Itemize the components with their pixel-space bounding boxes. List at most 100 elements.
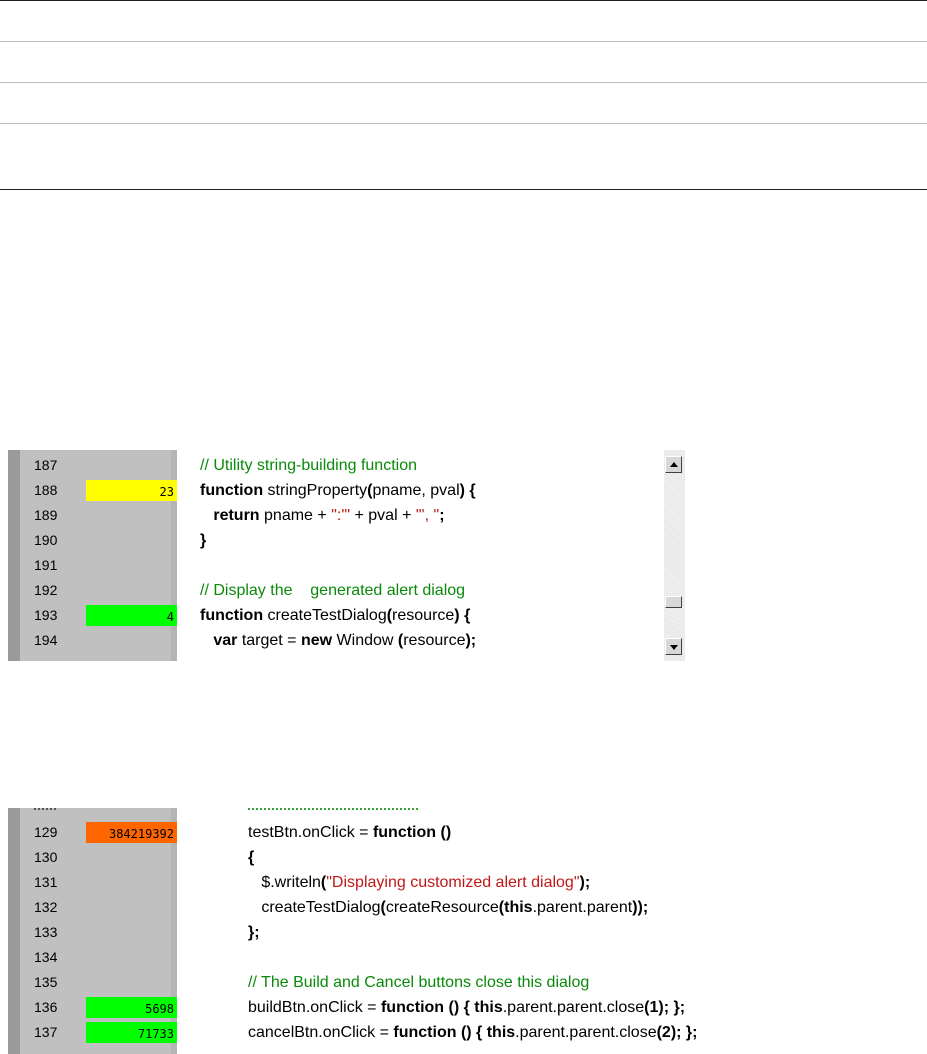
vertical-scrollbar[interactable] [664, 450, 685, 661]
keyword-token: function [200, 607, 264, 624]
keyword-token: var [213, 632, 238, 649]
comment-token: // Utility string-building function [200, 457, 417, 474]
scroll-up-button[interactable] [665, 456, 682, 473]
line-number: 136 [34, 999, 58, 1015]
line-number: 132 [34, 899, 58, 915]
line-number: 188 [34, 482, 58, 498]
code-line: 193 4 function createTestDialog(resource) … [8, 603, 697, 628]
keyword-token: this [504, 899, 533, 916]
code-line: 192 // Display the generated alert dialog [8, 578, 697, 603]
keyword-token: function [200, 482, 264, 499]
code-text[interactable]: { [248, 845, 254, 870]
line-number: 191 [34, 557, 58, 573]
code-text[interactable]: cancelBtn.onClick = function () { this.p… [248, 1020, 697, 1045]
code-line: 187 // Utility string-building function [8, 453, 697, 478]
code-text[interactable]: // The Build and Cancel buttons close th… [248, 970, 589, 995]
line-number: 187 [34, 457, 58, 473]
table-row-divider [0, 123, 927, 124]
line-number: 131 [34, 874, 58, 890]
code-token: target = [237, 632, 301, 649]
clipped-line-number [34, 808, 56, 813]
code-line: 130 { [8, 845, 927, 870]
code-text[interactable]: var target = new Window (resource); [200, 628, 476, 653]
keyword-token: ) { [454, 607, 471, 624]
line-number: 129 [34, 824, 58, 840]
keyword-token: new [300, 632, 333, 649]
keyword-token: ; [439, 507, 445, 524]
keyword-token: return [213, 507, 260, 524]
code-text[interactable]: // Utility string-building function [200, 453, 417, 478]
code-token: cancelBtn.onClick = [248, 1024, 394, 1041]
code-line: 135 // The Build and Cancel buttons close… [8, 970, 927, 995]
code-token: createTestDialog [248, 899, 381, 916]
table-row-divider [0, 82, 927, 83]
code-text[interactable]: createTestDialog(createResource(this.par… [248, 895, 648, 920]
code-text[interactable]: testBtn.onClick = function () [248, 820, 451, 845]
code-token: .parent.parent.close [515, 1024, 657, 1041]
code-token: .parent.parent [532, 899, 633, 916]
code-text[interactable]: }; [248, 920, 260, 945]
keyword-token: function () [372, 824, 452, 841]
execution-count-badge: 5698 [86, 997, 177, 1018]
code-text[interactable]: // Display the generated alert dialog [200, 578, 465, 603]
line-number: 192 [34, 582, 58, 598]
line-number: 134 [34, 949, 58, 965]
code-token: resource [392, 607, 455, 624]
code-line: 194 var target = new Window (resource); [8, 628, 697, 653]
code-token: $.writeln [248, 874, 321, 891]
code-text[interactable]: } [200, 528, 206, 553]
line-number: 189 [34, 507, 58, 523]
keyword-token: { [248, 849, 255, 866]
keyword-token: function () { this [393, 1024, 516, 1041]
line-number: 190 [34, 532, 58, 548]
code-line: 129 384219392 testBtn.onClick = function (… [8, 820, 927, 845]
code-token: resource [403, 632, 466, 649]
table-top-border [0, 0, 927, 1]
code-line: 136 5698 buildBtn.onClick = function () { … [8, 995, 927, 1020]
arrow-down-icon [670, 645, 678, 650]
code-text[interactable]: return pname + ":'" + pval + "', "; [200, 503, 445, 528]
line-number: 194 [34, 632, 58, 648]
line-number: 130 [34, 849, 58, 865]
keyword-token: ); [465, 632, 477, 649]
code-line: 132 createTestDialog(createResource(this… [8, 895, 927, 920]
code-line: 188 23 function stringProperty(pname, pval… [8, 478, 697, 503]
code-token: + pval + [350, 507, 416, 524]
keyword-token: ); [579, 874, 591, 891]
clipped-comment-line [248, 808, 448, 814]
execution-count-badge: 384219392 [86, 822, 177, 843]
keyword-token: }; [248, 924, 260, 941]
code-text[interactable]: function createTestDialog(resource) { [200, 603, 470, 628]
code-token: .parent.parent.close [502, 999, 645, 1016]
code-line: 189 return pname + ":'" + pval + "', "; [8, 503, 697, 528]
code-text[interactable]: function stringProperty(pname, pval) { [200, 478, 476, 503]
arrow-up-icon [670, 462, 678, 467]
scroll-thumb[interactable] [665, 596, 682, 608]
execution-count-badge: 71733 [86, 1022, 177, 1043]
table-row-divider [0, 41, 927, 42]
line-number: 137 [34, 1024, 58, 1040]
code-editor-screenshot-2: 129 384219392 testBtn.onClick = function (… [8, 808, 927, 1054]
code-token: pname + [259, 507, 332, 524]
execution-count-badge: 23 [86, 480, 177, 501]
code-token: buildBtn.onClick = [248, 999, 381, 1016]
string-token: "', " [415, 507, 440, 524]
line-number: 135 [34, 974, 58, 990]
execution-count-badge: 4 [86, 605, 177, 626]
string-token: "Displaying customized alert dialog" [326, 874, 580, 891]
keyword-token: function () { this [380, 999, 503, 1016]
code-line: 131 $.writeln("Displaying customized ale… [8, 870, 927, 895]
code-line: 134 [8, 945, 927, 970]
keyword-token: ) { [459, 482, 476, 499]
code-text[interactable]: buildBtn.onClick = function () { this.pa… [248, 995, 685, 1020]
code-line: 191 [8, 553, 697, 578]
editor-right-border [685, 450, 697, 661]
code-token: createTestDialog [263, 607, 387, 624]
code-text[interactable]: $.writeln("Displaying customized alert d… [248, 870, 590, 895]
code-token: stringProperty [263, 482, 368, 499]
keyword-token: } [200, 532, 207, 549]
scroll-down-button[interactable] [665, 638, 682, 655]
comment-token: // The Build and Cancel buttons close th… [248, 974, 590, 991]
